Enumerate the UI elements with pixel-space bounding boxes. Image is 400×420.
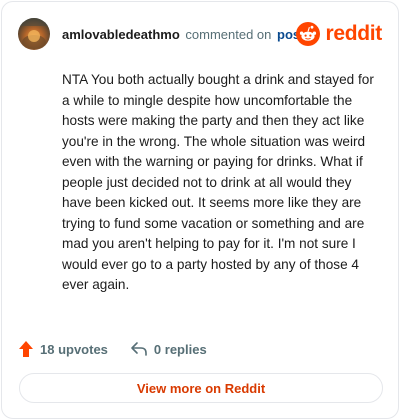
upvote-count: 18 upvotes bbox=[40, 341, 108, 357]
reddit-logo[interactable]: reddit bbox=[296, 18, 382, 50]
reply-button[interactable]: 0 replies bbox=[130, 341, 207, 357]
comment-meta: amlovabledeathmo commented on post bbox=[62, 26, 304, 43]
reddit-wordmark: reddit bbox=[325, 22, 382, 45]
avatar[interactable] bbox=[18, 18, 50, 50]
comment-actions: 18 upvotes 0 replies bbox=[18, 338, 207, 360]
reply-arrow-icon bbox=[131, 342, 147, 356]
reply-count: 0 replies bbox=[153, 341, 207, 357]
upvote-arrow-icon bbox=[19, 341, 33, 357]
comment-embed-card: amlovabledeathmo commented on post reddi… bbox=[1, 1, 399, 419]
comment-header: amlovabledeathmo commented on post reddi… bbox=[18, 18, 382, 50]
reddit-snoo-icon bbox=[296, 22, 321, 46]
username[interactable]: amlovabledeathmo bbox=[62, 27, 180, 42]
view-more-button[interactable]: View more on Reddit bbox=[19, 373, 383, 403]
upvote-button[interactable]: 18 upvotes bbox=[18, 340, 108, 358]
comment-body: NTA You both actually bought a drink and… bbox=[62, 72, 374, 292]
avatar-image bbox=[18, 18, 50, 50]
commented-on-label: commented on bbox=[185, 27, 272, 42]
